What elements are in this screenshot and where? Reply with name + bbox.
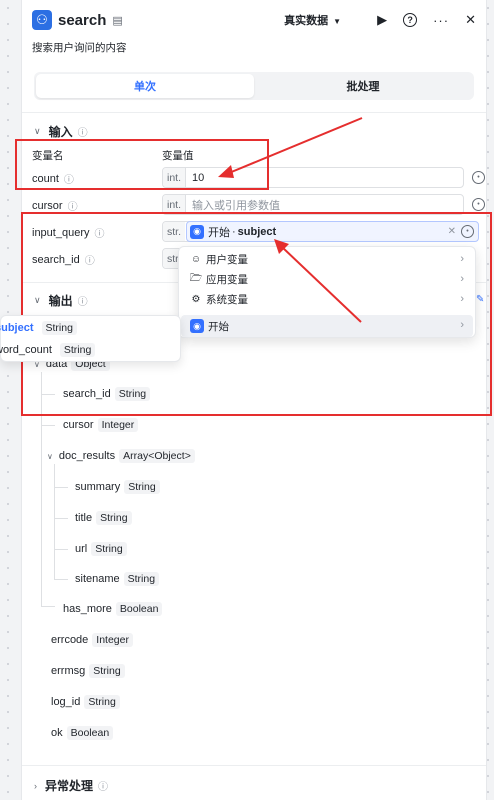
type-pill: Boolean: [115, 602, 163, 616]
node-icon: ⚇: [32, 10, 52, 30]
close-icon[interactable]: ✕: [465, 12, 476, 28]
play-icon[interactable]: ▶: [377, 12, 387, 28]
output-name: cursor: [63, 419, 94, 431]
type-pill: Array<Object>: [119, 449, 195, 463]
type-pill: String: [59, 343, 96, 357]
output-name: errmsg: [51, 665, 86, 677]
divider: [22, 765, 486, 766]
panel-header: ⚇ search ▤ 真实数据 ▼ ▶ ? ··· ✕: [32, 9, 476, 31]
tree-line: [54, 464, 55, 579]
output-item-cursor: cursor Integer: [63, 418, 139, 432]
start-variables-submenu: subject String word_count String: [0, 315, 181, 362]
tree-line: [54, 549, 68, 550]
var-name-label: cursor: [32, 199, 63, 212]
more-icon[interactable]: ···: [433, 13, 449, 28]
data-mode-select[interactable]: 真实数据 ▼: [284, 12, 341, 28]
reference-icon[interactable]: •: [472, 171, 485, 184]
input-section-header[interactable]: ∨ 输入 ⓘ: [34, 123, 88, 140]
type-pill: String: [96, 511, 132, 525]
cursor-placeholder[interactable]: 输入或引用参数值: [186, 197, 280, 213]
output-name: ok: [51, 727, 63, 739]
chevron-down-icon[interactable]: ∨: [47, 452, 53, 461]
type-pill: Boolean: [66, 726, 114, 740]
annotation-box: [21, 212, 492, 416]
node-title[interactable]: search: [58, 12, 106, 29]
output-item-log-id: log_id String: [51, 695, 120, 709]
output-name: title: [75, 512, 93, 524]
info-icon: ⓘ: [98, 782, 109, 793]
tree-line: [41, 425, 55, 426]
output-item-doc-results: ∨ doc_results Array<Object>: [47, 449, 195, 463]
annotation-box: [15, 139, 269, 190]
error-section-header[interactable]: › 异常处理 ⓘ: [34, 777, 108, 794]
tree-line: [54, 487, 68, 488]
type-pill: String: [123, 572, 160, 586]
type-pill: String: [124, 480, 160, 494]
header-actions: 真实数据 ▼ ▶ ? ··· ✕: [284, 9, 476, 31]
type-pill: String: [41, 321, 77, 335]
output-item-url: url String: [75, 542, 127, 556]
type-pill: Integer: [92, 633, 133, 647]
submenu-item-word-count[interactable]: word_count String: [0, 342, 96, 358]
output-name: sitename: [75, 573, 120, 585]
tree-line: [41, 606, 55, 607]
output-item-errmsg: errmsg String: [51, 664, 125, 678]
info-icon: ⓘ: [67, 202, 78, 213]
input-section-title: 输入: [48, 125, 73, 139]
caret-down-icon: ▼: [333, 17, 342, 26]
run-mode-tabs: 单次 批处理: [34, 72, 474, 100]
type-pill: String: [91, 542, 127, 556]
var-name: cursor ⓘ: [32, 198, 78, 214]
output-name: has_more: [63, 603, 112, 615]
type-pill: String: [84, 695, 120, 709]
edit-title-icon[interactable]: ▤: [112, 14, 122, 27]
output-item-errcode: errcode Integer: [51, 633, 133, 647]
help-icon[interactable]: ?: [403, 13, 418, 27]
type-pill: String: [89, 664, 125, 678]
info-icon: ⓘ: [77, 128, 88, 139]
submenu-item-name: subject: [0, 322, 34, 334]
output-item-title: title String: [75, 511, 132, 525]
chevron-right-icon: ›: [34, 780, 37, 791]
output-name: url: [75, 543, 88, 555]
output-item-sitename: sitename String: [75, 572, 160, 586]
error-section-title: 异常处理: [45, 779, 94, 793]
data-mode-label: 真实数据: [284, 15, 329, 27]
submenu-item-subject[interactable]: subject String: [0, 320, 77, 336]
output-name: errcode: [51, 634, 89, 646]
output-item-has-more: has_more Boolean: [63, 602, 163, 616]
tab-single[interactable]: 单次: [36, 74, 254, 98]
divider: [22, 112, 486, 113]
output-item-ok: ok Boolean: [51, 726, 114, 740]
output-name: summary: [75, 481, 121, 493]
output-name: log_id: [51, 696, 81, 708]
chevron-down-icon: ∨: [34, 126, 41, 136]
output-name: doc_results: [58, 450, 116, 462]
type-pill: Integer: [97, 418, 139, 432]
tab-batch[interactable]: 批处理: [254, 74, 472, 98]
tree-line: [54, 579, 68, 580]
reference-icon[interactable]: •: [472, 198, 485, 211]
node-description: 搜索用户询问的内容: [32, 42, 127, 54]
output-item-summary: summary String: [75, 480, 160, 494]
submenu-item-name: word_count: [0, 344, 52, 356]
tree-line: [54, 518, 68, 519]
